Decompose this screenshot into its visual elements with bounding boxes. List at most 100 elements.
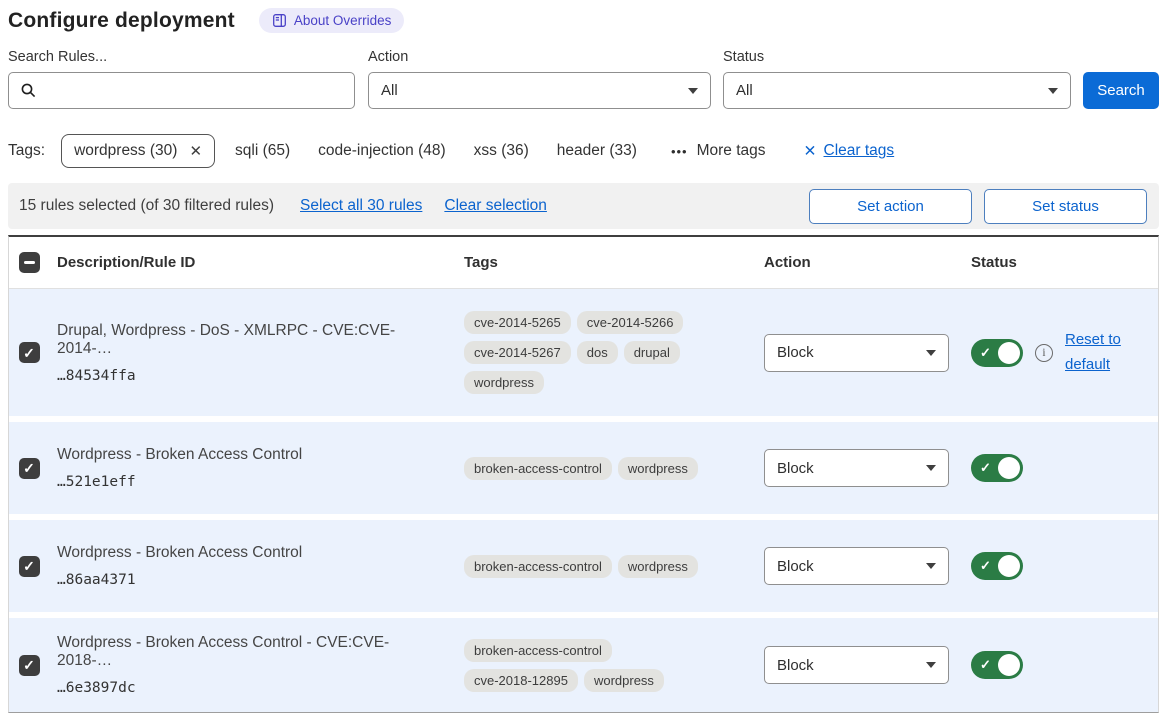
row-rule-id: …521e1eff — [57, 474, 442, 490]
more-tags-button[interactable]: ••• More tags — [671, 142, 766, 160]
selected-tag-wordpress[interactable]: wordpress (30) ✕ — [61, 134, 215, 168]
tag-pill: cve-2014-5265 — [464, 311, 571, 334]
row-tags: broken-access-controlwordpress — [456, 457, 714, 480]
indeterminate-dash-icon — [24, 261, 35, 264]
tag-filter-sqli[interactable]: sqli (65) — [235, 142, 290, 160]
action-filter-value: All — [381, 82, 398, 99]
row-description: Wordpress - Broken Access Control — [57, 544, 442, 562]
toggle-check-icon: ✓ — [980, 657, 991, 673]
table-row: ✓ Wordpress - Broken Access Control - CV… — [9, 618, 1158, 712]
tag-pill: wordpress — [618, 457, 698, 480]
page-title: Configure deployment — [8, 9, 235, 33]
row-action-value: Block — [777, 344, 814, 361]
row-action-select[interactable]: Block — [764, 547, 949, 585]
chevron-down-icon — [926, 662, 936, 668]
select-all-rules-link[interactable]: Select all 30 rules — [300, 197, 422, 215]
tag-filter-header[interactable]: header (33) — [557, 142, 637, 160]
reset-to-default-link[interactable]: Reset to default — [1065, 328, 1129, 378]
column-header-description: Description/Rule ID — [49, 254, 456, 271]
chevron-down-icon — [1048, 88, 1058, 94]
ellipsis-icon: ••• — [671, 144, 688, 159]
row-rule-id: …86aa4371 — [57, 572, 442, 588]
tag-filter-xss[interactable]: xss (36) — [474, 142, 529, 160]
row-action-value: Block — [777, 657, 814, 674]
status-toggle[interactable]: ✓ — [971, 454, 1023, 482]
column-header-tags: Tags — [456, 254, 756, 271]
check-icon: ✓ — [23, 346, 35, 360]
row-checkbox[interactable]: ✓ — [19, 655, 40, 676]
book-icon — [272, 13, 287, 28]
row-checkbox[interactable]: ✓ — [19, 556, 40, 577]
toggle-check-icon: ✓ — [980, 345, 991, 361]
row-checkbox[interactable]: ✓ — [19, 342, 40, 363]
status-filter-field: Status All — [723, 49, 1071, 109]
row-rule-id: …6e3897dc — [57, 680, 442, 696]
status-toggle[interactable]: ✓ — [971, 339, 1023, 367]
toggle-knob — [998, 555, 1020, 577]
tag-pill: drupal — [624, 341, 680, 364]
toggle-knob — [998, 342, 1020, 364]
table-row: ✓ Wordpress - Broken Access Control …86a… — [9, 520, 1158, 612]
check-icon: ✓ — [23, 461, 35, 475]
chevron-down-icon — [926, 563, 936, 569]
toggle-knob — [998, 654, 1020, 676]
row-rule-id: …84534ffa — [57, 368, 442, 384]
action-filter-field: Action All — [368, 49, 711, 109]
search-icon — [20, 82, 37, 104]
tag-pill: dos — [577, 341, 618, 364]
tag-pill: cve-2014-5267 — [464, 341, 571, 364]
row-action-select[interactable]: Block — [764, 449, 949, 487]
row-description: Drupal, Wordpress - DoS - XMLRPC - CVE:C… — [57, 322, 442, 358]
search-button[interactable]: Search — [1083, 72, 1159, 109]
table-row: ✓ Drupal, Wordpress - DoS - XMLRPC - CVE… — [9, 289, 1158, 416]
clear-selection-link[interactable]: Clear selection — [444, 197, 547, 215]
remove-tag-icon[interactable]: ✕ — [189, 142, 202, 160]
row-action-select[interactable]: Block — [764, 334, 949, 372]
column-header-status: Status — [963, 254, 1158, 271]
info-icon[interactable]: i — [1035, 344, 1053, 362]
search-rules-input[interactable] — [8, 72, 355, 109]
check-icon: ✓ — [23, 658, 35, 672]
action-filter-label: Action — [368, 49, 711, 65]
tag-pill: broken-access-control — [464, 639, 612, 662]
selection-summary: 15 rules selected (of 30 filtered rules) — [19, 197, 274, 215]
toggle-check-icon: ✓ — [980, 460, 991, 476]
tag-filter-code-injection[interactable]: code-injection (48) — [318, 142, 446, 160]
status-toggle[interactable]: ✓ — [971, 651, 1023, 679]
search-rules-label: Search Rules... — [8, 49, 355, 65]
set-action-button[interactable]: Set action — [809, 189, 972, 224]
row-action-value: Block — [777, 558, 814, 575]
toggle-knob — [998, 457, 1020, 479]
tag-pill: wordpress — [618, 555, 698, 578]
filter-row: Search Rules... Action All Status All Se… — [8, 49, 1159, 109]
clear-x-icon: ✕ — [804, 142, 817, 161]
about-overrides-badge[interactable]: About Overrides — [259, 8, 405, 33]
column-header-action: Action — [756, 254, 963, 271]
clear-tags-label: Clear tags — [824, 142, 895, 160]
tag-pill: cve-2014-5266 — [577, 311, 684, 334]
title-row: Configure deployment About Overrides — [8, 8, 1159, 33]
select-all-checkbox[interactable] — [19, 252, 40, 273]
more-tags-label: More tags — [697, 142, 766, 160]
chevron-down-icon — [926, 465, 936, 471]
status-filter-select[interactable]: All — [723, 72, 1071, 109]
tags-bar: Tags: wordpress (30) ✕ sqli (65) code-in… — [8, 133, 1159, 169]
row-action-value: Block — [777, 460, 814, 477]
action-filter-select[interactable]: All — [368, 72, 711, 109]
table-row: ✓ Wordpress - Broken Access Control …521… — [9, 422, 1158, 514]
selected-tag-label: wordpress (30) — [74, 142, 177, 160]
tag-pill: broken-access-control — [464, 555, 612, 578]
tag-pill: cve-2018-12895 — [464, 669, 578, 692]
table-header: Description/Rule ID Tags Action Status — [9, 237, 1158, 289]
set-status-button[interactable]: Set status — [984, 189, 1147, 224]
row-checkbox[interactable]: ✓ — [19, 458, 40, 479]
chevron-down-icon — [688, 88, 698, 94]
tag-pill: wordpress — [584, 669, 664, 692]
chevron-down-icon — [926, 350, 936, 356]
clear-tags-button[interactable]: ✕ Clear tags — [804, 142, 895, 161]
table-body: ✓ Drupal, Wordpress - DoS - XMLRPC - CVE… — [9, 289, 1158, 712]
row-tags: cve-2014-5265 cve-2014-5266 cve-2014-5267 d… — [456, 311, 714, 394]
row-description: Wordpress - Broken Access Control - CVE:… — [57, 634, 442, 670]
status-toggle[interactable]: ✓ — [971, 552, 1023, 580]
row-action-select[interactable]: Block — [764, 646, 949, 684]
